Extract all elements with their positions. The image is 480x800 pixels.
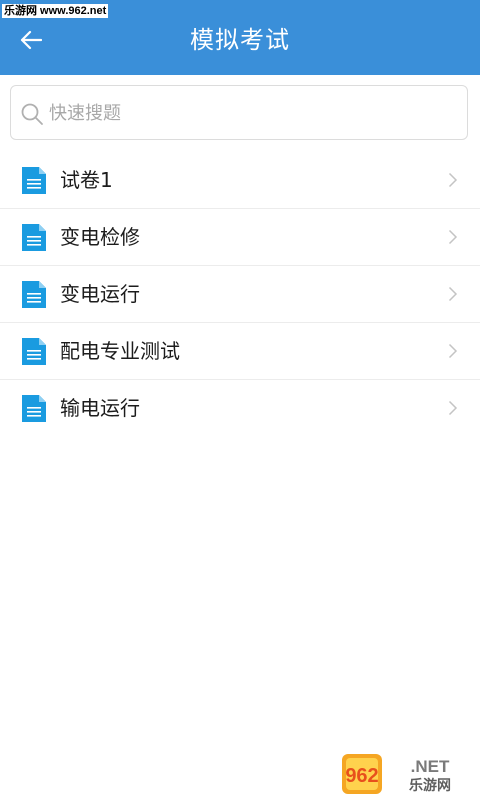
chevron-right-icon: [448, 229, 458, 245]
search-icon: [21, 103, 43, 125]
exam-label: 变电检修: [60, 225, 140, 249]
watermark-text: 乐游网 www.962.net: [2, 4, 109, 18]
list-item-exam-5[interactable]: 输电运行: [0, 380, 480, 436]
logo-suffix-text: .NET: [411, 757, 450, 776]
site-logo: 962 .NET 乐游网: [342, 754, 451, 794]
chevron-right-icon: [448, 286, 458, 302]
exam-list: 试卷1 变电检修 变电运行 配电专业测试 输电运行: [0, 152, 480, 436]
document-icon: [22, 395, 46, 422]
exam-label: 配电专业测试: [60, 339, 180, 363]
document-icon: [22, 224, 46, 251]
logo-main-text: 962: [345, 765, 378, 787]
document-icon: [22, 338, 46, 365]
document-icon: [22, 281, 46, 308]
exam-label: 变电运行: [60, 282, 140, 306]
list-item-exam-3[interactable]: 变电运行: [0, 266, 480, 323]
exam-label: 试卷1: [60, 168, 113, 192]
list-item-exam-2[interactable]: 变电检修: [0, 209, 480, 266]
chevron-right-icon: [448, 172, 458, 188]
app-screen: 模拟考试 乐游网 www.962.net 试卷1: [0, 0, 480, 800]
list-item-exam-1[interactable]: 试卷1: [0, 152, 480, 209]
chevron-right-icon: [448, 343, 458, 359]
list-item-exam-4[interactable]: 配电专业测试: [0, 323, 480, 380]
exam-label: 输电运行: [60, 396, 140, 420]
page-title: 模拟考试: [190, 26, 290, 54]
search-input[interactable]: [49, 94, 449, 132]
document-icon: [22, 167, 46, 194]
logo-sub-text: 乐游网: [409, 777, 451, 794]
chevron-right-icon: [448, 400, 458, 416]
search-box[interactable]: [10, 85, 468, 140]
